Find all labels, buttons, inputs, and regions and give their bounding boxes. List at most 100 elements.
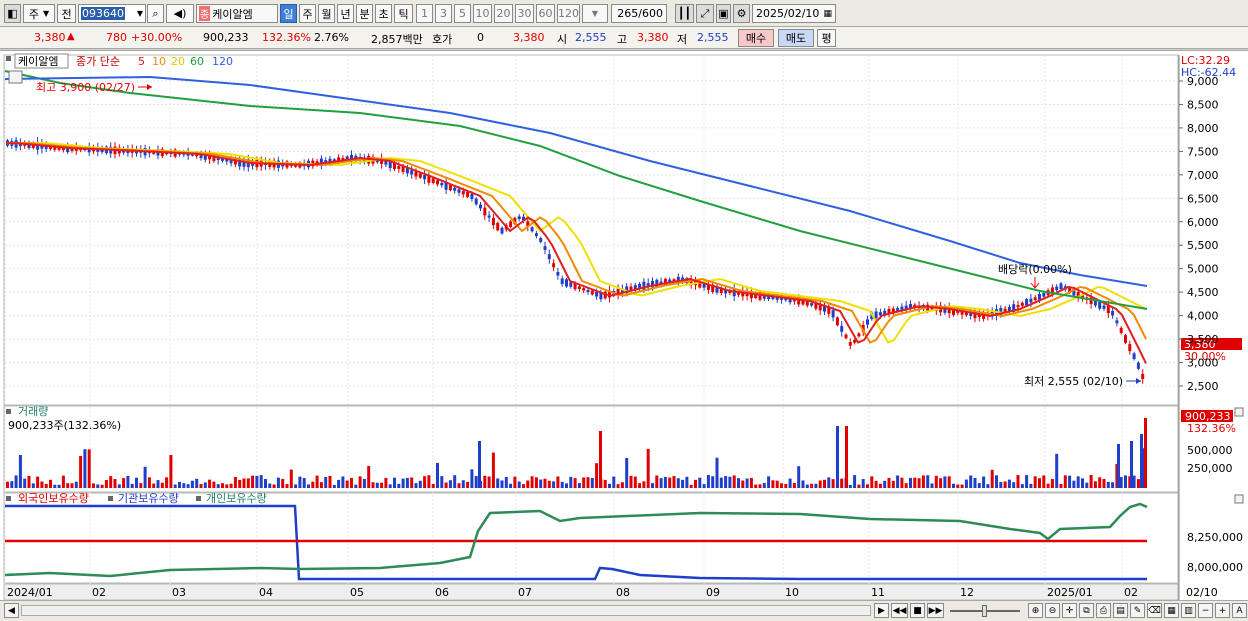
save-icon[interactable]: ▣ <box>716 4 731 23</box>
line-tool-icon[interactable]: ⤢ <box>696 4 714 23</box>
volume-bar <box>272 484 276 488</box>
volume-title: 거래량 <box>18 405 48 418</box>
volume-bar <box>599 431 602 488</box>
volume-bar <box>960 484 964 488</box>
panel-marker-icon <box>6 496 11 501</box>
speaker-icon[interactable]: ◀) <box>166 4 194 23</box>
volume-bar <box>1076 476 1080 488</box>
volume-bar <box>152 483 156 488</box>
horizontal-scrollbar[interactable] <box>21 605 871 616</box>
price-y-tick: 2,500 <box>1187 380 1219 393</box>
calculator-icon[interactable] <box>8 70 23 84</box>
grid-icon[interactable]: ▦ <box>1164 603 1179 618</box>
volume-bar <box>229 483 233 488</box>
volume-bar <box>350 478 353 488</box>
volume-bar <box>1012 482 1016 488</box>
price-y-tick: 9,000 <box>1187 75 1219 88</box>
calendar-icon[interactable]: ▦ <box>823 9 832 19</box>
tab-period-week[interactable]: 주 <box>299 4 316 23</box>
tab-period-minute[interactable]: 분 <box>356 4 373 23</box>
scroll-left-icon[interactable]: ◀ <box>4 603 19 618</box>
candle-body <box>595 291 599 297</box>
candle-body <box>496 222 500 231</box>
tab-period-year[interactable]: 년 <box>337 4 354 23</box>
search-icon[interactable]: ⌕ <box>147 4 164 23</box>
evaluate-button[interactable]: 평 <box>817 29 836 47</box>
chart-canvas[interactable]: 케이알엠 종가 단순 5 10 20 60 120 LC:32.29 HC:-6… <box>0 51 1248 601</box>
volume-bar <box>182 483 186 488</box>
interval-3[interactable]: 3 <box>435 4 452 23</box>
volume-bar <box>255 475 259 488</box>
volume-bar <box>874 480 878 488</box>
close-icon[interactable] <box>1234 494 1244 504</box>
chart-area[interactable]: 케이알엠 종가 단순 5 10 20 60 120 LC:32.29 HC:-6… <box>0 50 1248 601</box>
volume-bar <box>328 475 332 488</box>
date-input[interactable]: 2025/02/10 ▦ <box>752 4 836 23</box>
interval-30[interactable]: 30 <box>515 4 534 23</box>
interval-10[interactable]: 10 <box>473 4 492 23</box>
count-input[interactable]: 265/600 <box>611 4 667 23</box>
play-button[interactable]: ▶ <box>874 603 889 618</box>
zoom-out-button[interactable]: − <box>1198 603 1213 618</box>
fast-forward-button[interactable]: ▶▶ <box>927 603 944 618</box>
volume-bar <box>444 482 448 488</box>
interval-select[interactable]: ▼ <box>582 4 608 23</box>
pen-icon[interactable]: ✎ <box>1130 603 1145 618</box>
market-select[interactable]: 주 ▼ <box>23 4 55 23</box>
magnify-icon[interactable]: ⊖ <box>1045 603 1060 618</box>
volume-bar <box>625 457 629 488</box>
volume-bar <box>526 480 530 488</box>
volume-bar <box>1085 482 1089 488</box>
image-icon[interactable]: ▤ <box>1113 603 1128 618</box>
chevron-down-icon[interactable]: ▼ <box>137 9 143 18</box>
volume-bar <box>586 477 590 488</box>
interval-20[interactable]: 20 <box>494 4 513 23</box>
volume-bar <box>474 476 478 488</box>
copy-icon[interactable]: ⧉ <box>1079 603 1094 618</box>
tab-period-day[interactable]: 일 <box>280 4 297 23</box>
volume-bar <box>724 476 728 488</box>
sell-button[interactable]: 매도 <box>778 29 814 47</box>
x-axis-label: 11 <box>871 586 885 599</box>
interval-120[interactable]: 120 <box>557 4 580 23</box>
chart-type-icon[interactable]: ▥ <box>1181 603 1196 618</box>
volume-bar <box>83 449 87 488</box>
close-icon[interactable] <box>1234 407 1244 417</box>
gear-icon[interactable]: ⚙ <box>733 4 750 23</box>
volume-bar <box>878 483 882 488</box>
interval-5[interactable]: 5 <box>454 4 471 23</box>
print-icon[interactable]: ⎙ <box>1096 603 1111 618</box>
eraser-icon[interactable]: ⌫ <box>1147 603 1162 618</box>
magnify-icon[interactable]: ⊕ <box>1028 603 1043 618</box>
volume-value-text: 900,233주(132.36%) <box>8 419 121 432</box>
volume-y-tick: 250,000 <box>1187 462 1233 475</box>
candle-body <box>487 215 491 218</box>
candle-body <box>840 325 844 332</box>
rewind-button[interactable]: ◀◀ <box>891 603 908 618</box>
interval-1[interactable]: 1 <box>416 4 433 23</box>
buy-button[interactable]: 매수 <box>738 29 774 47</box>
stop-button[interactable]: ■ <box>910 603 925 618</box>
volume-bar <box>831 479 835 488</box>
zoom-slider-handle[interactable] <box>982 605 987 617</box>
crosshair-icon[interactable]: ✛ <box>1062 603 1077 618</box>
candle-body <box>440 182 444 186</box>
tab-period-month[interactable]: 월 <box>318 4 335 23</box>
price-y-tick: 7,000 <box>1187 169 1219 182</box>
zoom-in-button[interactable]: + <box>1215 603 1230 618</box>
window-menu-icon[interactable]: ◧ <box>4 4 21 23</box>
prev-button[interactable]: 전 <box>57 4 76 23</box>
stock-code-input[interactable]: 093640 ▼ <box>78 4 146 23</box>
volume-bar <box>104 480 108 488</box>
interval-60[interactable]: 60 <box>536 4 555 23</box>
tab-period-tick[interactable]: 틱 <box>394 4 413 23</box>
volume-bar <box>590 477 594 488</box>
tab-period-second[interactable]: 초 <box>375 4 392 23</box>
volume-bar <box>1059 483 1063 488</box>
volume-bar <box>698 477 702 488</box>
volume-bar <box>302 478 306 488</box>
candlestick-icon[interactable]: ┃┃ <box>675 4 694 23</box>
stock-name-field[interactable]: 종 케이알엠 <box>196 4 278 23</box>
font-size-button[interactable]: A <box>1232 603 1247 618</box>
indicator-title: 종가 단순 <box>76 55 120 68</box>
